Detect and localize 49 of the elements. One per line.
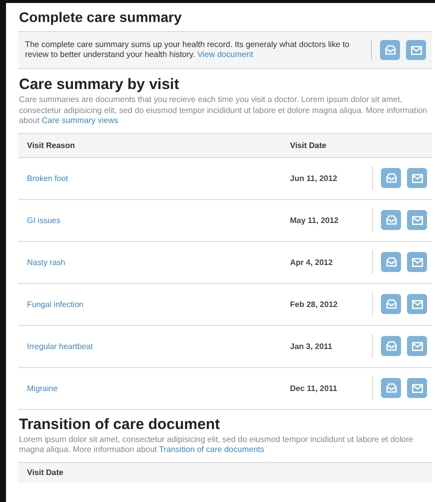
envelope-icon — [412, 216, 422, 224]
download-button[interactable] — [381, 336, 401, 356]
tray-icon — [386, 215, 396, 225]
visit-date: May 11, 2012 — [290, 216, 340, 224]
download-button[interactable] — [381, 168, 401, 188]
visit-reason-link[interactable]: Irregular heartbeat — [27, 342, 290, 350]
visit-date: Apr 4, 2012 — [290, 258, 334, 266]
download-button[interactable] — [381, 378, 401, 398]
email-button[interactable] — [407, 168, 427, 188]
envelope-icon — [412, 300, 422, 308]
visit-reason-link[interactable]: Fungal infection — [27, 300, 290, 308]
visit-reason-link[interactable]: GI issues — [27, 216, 290, 224]
tray-icon — [386, 299, 396, 309]
visit-reason-link[interactable]: Nasty rash — [27, 258, 290, 266]
section-title: Transition of care document — [18, 414, 221, 434]
email-button[interactable] — [406, 40, 426, 60]
column-header: Visit Date — [290, 140, 328, 150]
download-button[interactable] — [380, 40, 400, 60]
transition-documents-link[interactable]: Transition of care documents — [159, 445, 264, 454]
column-header: Visit Reason — [27, 140, 76, 150]
tray-icon — [386, 341, 396, 351]
tray-icon — [384, 45, 396, 55]
envelope-icon — [412, 174, 422, 182]
column-header: Visit Date — [27, 468, 64, 477]
visit-date: Dec 11, 2011 — [290, 384, 338, 392]
envelope-icon — [412, 384, 422, 392]
envelope-icon — [410, 46, 422, 54]
email-button[interactable] — [407, 252, 427, 272]
tray-icon — [386, 173, 396, 183]
section-title: Care summary by visit — [18, 75, 180, 95]
envelope-icon — [412, 342, 422, 350]
care-summary-views-link[interactable]: Care summary views — [42, 116, 118, 125]
envelope-icon — [412, 258, 422, 266]
visit-date: Jun 11, 2012 — [290, 174, 338, 182]
email-button[interactable] — [407, 336, 427, 356]
visit-date: Feb 28, 2012 — [290, 300, 339, 308]
email-button[interactable] — [407, 378, 427, 398]
tray-icon — [386, 257, 396, 267]
download-button[interactable] — [381, 210, 401, 230]
download-button[interactable] — [381, 294, 401, 314]
visit-reason-link[interactable]: Broken foot — [27, 174, 290, 182]
visit-reason-link[interactable]: Migraine — [27, 384, 290, 392]
email-button[interactable] — [407, 210, 427, 230]
view-document-link[interactable]: View document — [197, 50, 254, 59]
summary-description: The complete care summary sums up your health record. Its generaly what doctors like to review to better understand your health history. View document — [25, 40, 372, 60]
email-button[interactable] — [407, 294, 427, 314]
download-button[interactable] — [381, 252, 401, 272]
visit-date: Jan 3, 2011 — [290, 342, 334, 350]
tray-icon — [386, 383, 396, 393]
